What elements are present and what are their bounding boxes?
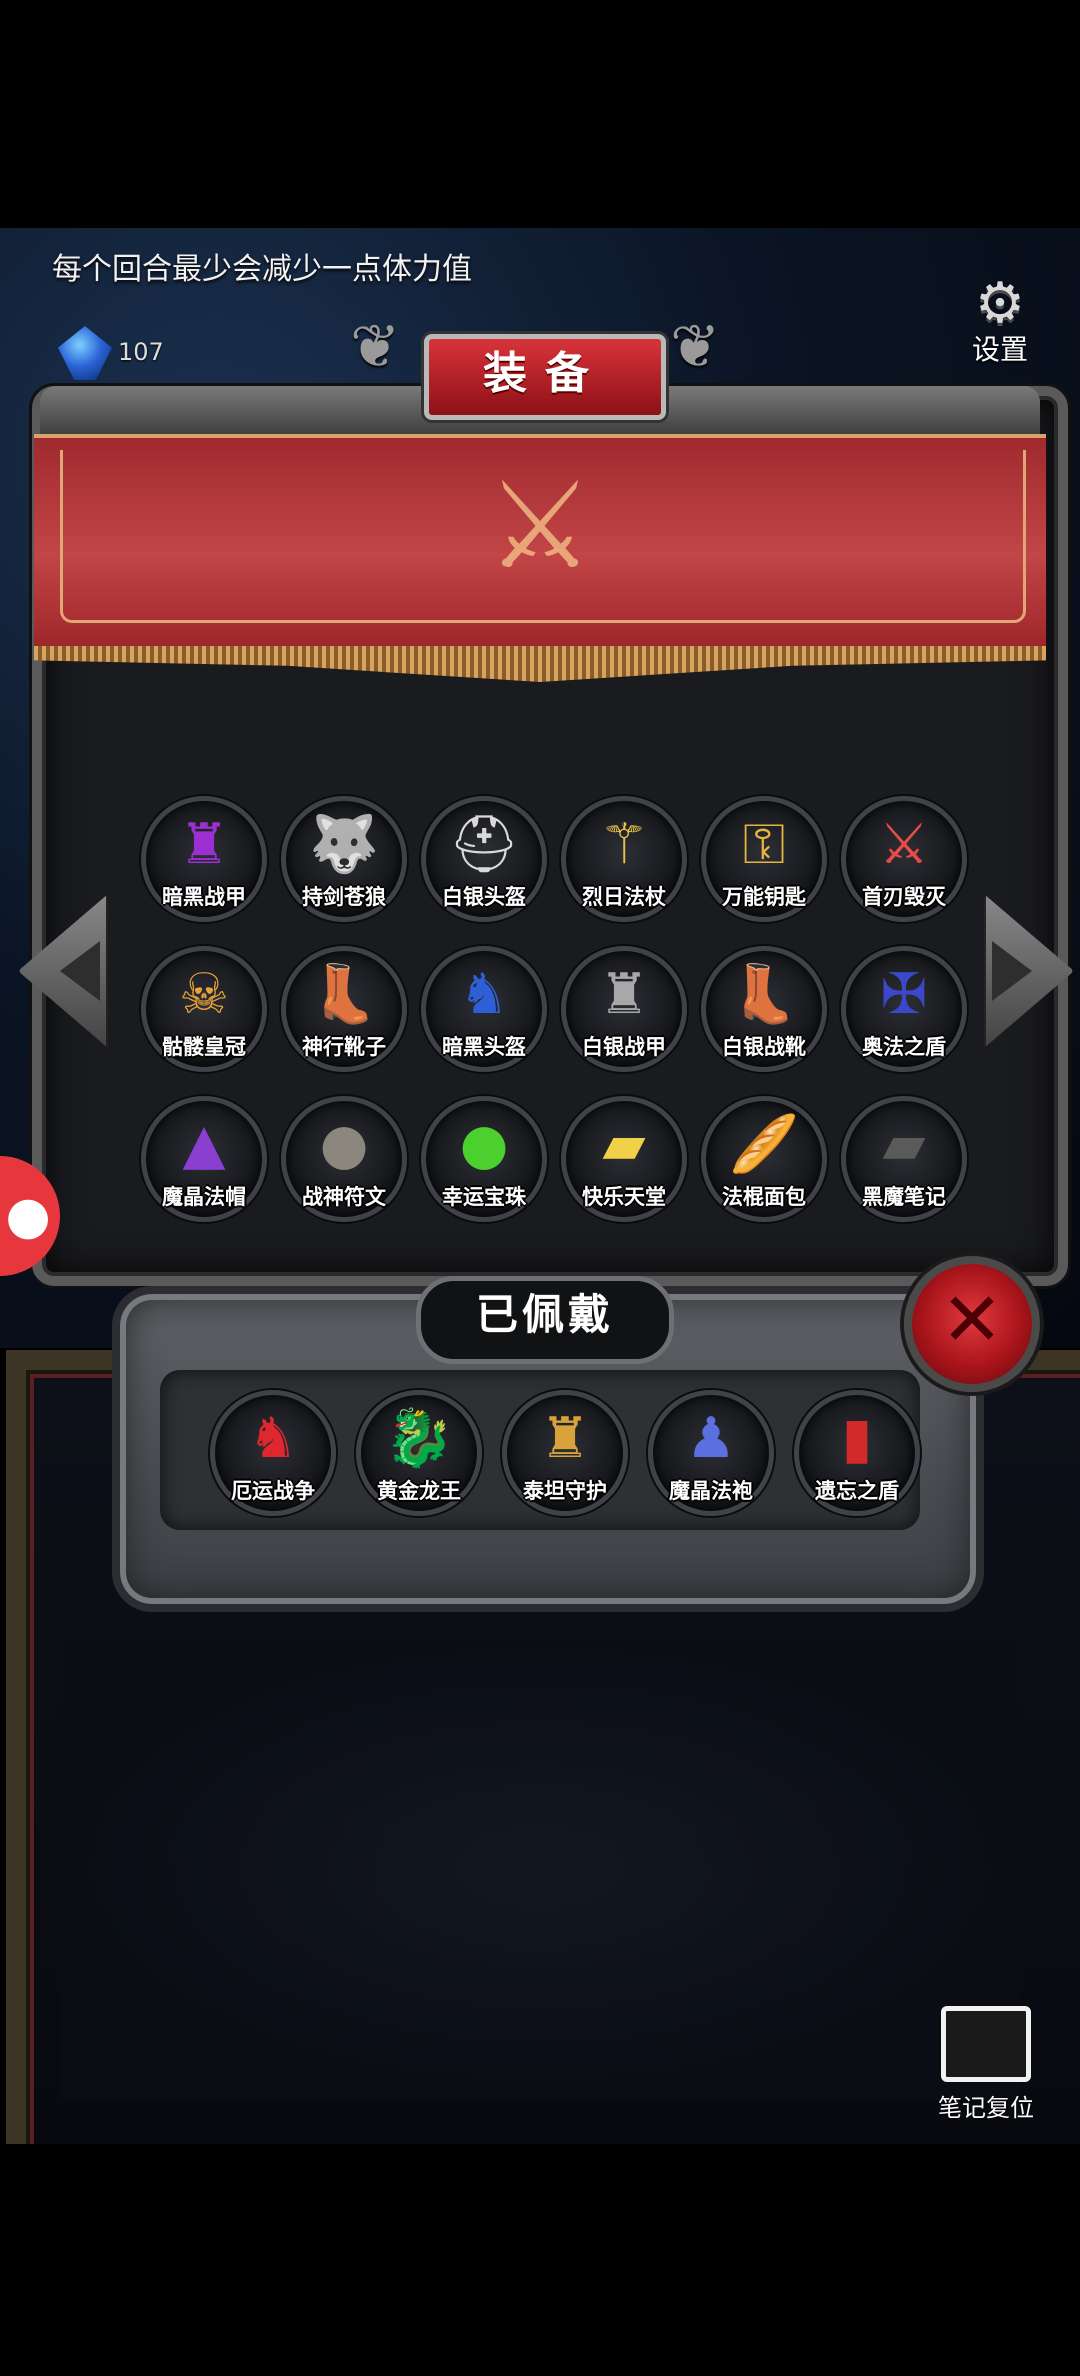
equipment-slot[interactable]: ♟ 魔晶法袍 [648,1390,774,1516]
equipment-slot[interactable]: ♜ 白银战甲 [561,946,687,1072]
war-rune-icon: ● [319,1112,369,1177]
equipment-slot[interactable]: 👢 神行靴子 [281,946,407,1072]
equipment-slot[interactable]: ♞ 暗黑头盔 [421,946,547,1072]
item-label: 泰坦守护 [523,1479,607,1503]
skull-crown-icon: ☠ [178,962,230,1027]
lucky-orb-icon: ● [459,1112,509,1177]
equipment-slot[interactable]: ☠ 骷髅皇冠 [141,946,267,1072]
equipment-slot[interactable]: 👢 白银战靴 [701,946,827,1072]
equipment-slot[interactable]: ⛑ 白银头盔 [421,796,547,922]
person-icon: ● [5,1186,51,1246]
equipment-slot[interactable]: ♜ 泰坦守护 [502,1390,628,1516]
settings-button[interactable]: ⚙ 设置 [960,276,1040,368]
item-label: 快乐天堂 [582,1185,666,1209]
notes-reset-button[interactable]: 笔记复位 [930,2006,1042,2123]
notes-panel-pattern [60,1640,1020,2100]
item-label: 骷髅皇冠 [162,1035,246,1059]
crystal-robe-icon: ♟ [685,1406,737,1471]
equipment-title-plate: 装备 [424,334,666,420]
doom-war-icon: ♞ [247,1406,299,1471]
sword-wolf-icon: 🐺 [309,812,379,877]
equipment-slot[interactable]: ⚔ 首刃毁灭 [841,796,967,922]
item-label: 首刃毁灭 [862,885,946,909]
item-label: 白银战靴 [722,1035,806,1059]
crossed-swords-emblem-icon: ⚔ [486,457,594,596]
item-label: 魔晶法袍 [669,1479,753,1503]
equipment-slot[interactable]: ✠ 奥法之盾 [841,946,967,1072]
item-label: 黄金龙王 [377,1479,461,1503]
item-label: 奥法之盾 [862,1035,946,1059]
equipment-slot[interactable]: 🐺 持剑苍狼 [281,796,407,922]
silver-armor-icon: ♜ [598,962,650,1027]
item-label: 黑魔笔记 [862,1185,946,1209]
item-label: 白银战甲 [582,1035,666,1059]
notes-reset-label: 笔记复位 [938,2094,1034,2122]
dark-armor-icon: ♜ [178,812,230,877]
equipment-slot[interactable]: ♜ 暗黑战甲 [141,796,267,922]
titan-guard-icon: ♜ [539,1406,591,1471]
crystal-count: 107 [118,338,164,366]
dark-notebook-icon: ▰ [882,1112,926,1177]
equipment-slot[interactable]: ▰ 快乐天堂 [561,1096,687,1222]
equipment-slot[interactable]: 🥖 法棍面包 [701,1096,827,1222]
notebook-reset-icon [941,2006,1031,2082]
item-label: 烈日法杖 [582,885,666,909]
arcane-shield-icon: ✠ [880,962,928,1027]
blade-destruction-icon: ⚔ [878,812,930,877]
item-label: 厄运战争 [231,1479,315,1503]
sun-staff-icon: ⚚ [598,812,650,877]
item-label: 法棍面包 [722,1185,806,1209]
left-wing-ornament-icon: ❦ [350,312,401,382]
equipment-slot[interactable]: ▲ 魔晶法帽 [141,1096,267,1222]
equipment-slot[interactable]: ⚿ 万能钥匙 [701,796,827,922]
item-label: 暗黑战甲 [162,885,246,909]
dark-helmet-icon: ♞ [458,962,510,1027]
swift-boots-icon: 👢 [309,962,379,1027]
equipment-slot[interactable]: ● 幸运宝珠 [421,1096,547,1222]
happy-heaven-book-icon: ▰ [602,1112,646,1177]
item-label: 神行靴子 [302,1035,386,1059]
crystal-hat-icon: ▲ [182,1112,226,1177]
gear-icon: ⚙ [974,271,1026,336]
item-label: 战神符文 [302,1185,386,1209]
bottom-black-bar [0,2144,1080,2376]
equipment-slot[interactable]: ♞ 厄运战争 [210,1390,336,1516]
item-label: 遗忘之盾 [815,1479,899,1503]
turn-tip-text: 每个回合最少会减少一点体力值 [52,252,472,287]
item-label: 魔晶法帽 [162,1185,246,1209]
silver-helmet-icon: ⛑ [448,812,520,877]
equipment-title: 装备 [483,348,607,399]
equipped-title: 已佩戴 [475,1290,614,1339]
side-avatar-button[interactable]: ● [0,1156,60,1276]
close-icon: ✕ [940,1277,1003,1363]
equipment-slot[interactable]: ⚚ 烈日法杖 [561,796,687,922]
master-key-icon: ⚿ [742,812,786,877]
baguette-icon: 🥖 [729,1112,799,1177]
equipped-title-plate: 已佩戴 [416,1276,674,1364]
close-button[interactable]: ✕ [904,1256,1040,1392]
item-label: 万能钥匙 [722,885,806,909]
equipment-slot[interactable]: ● 战神符文 [281,1096,407,1222]
item-label: 幸运宝珠 [442,1185,526,1209]
equipment-slot[interactable]: ▰ 黑魔笔记 [841,1096,967,1222]
top-black-bar [0,0,1080,228]
equipment-slot[interactable]: ▮ 遗忘之盾 [794,1390,920,1516]
silver-boots-icon: 👢 [729,962,799,1027]
equipment-slot[interactable]: 🐉 黄金龙王 [356,1390,482,1516]
item-label: 白银头盔 [442,885,526,909]
settings-label: 设置 [971,333,1028,366]
item-label: 持剑苍狼 [302,885,386,909]
right-wing-ornament-icon: ❦ [670,312,721,382]
forgotten-shield-icon: ▮ [841,1406,873,1471]
item-label: 暗黑头盔 [442,1035,526,1059]
golden-dragon-icon: 🐉 [384,1406,454,1471]
